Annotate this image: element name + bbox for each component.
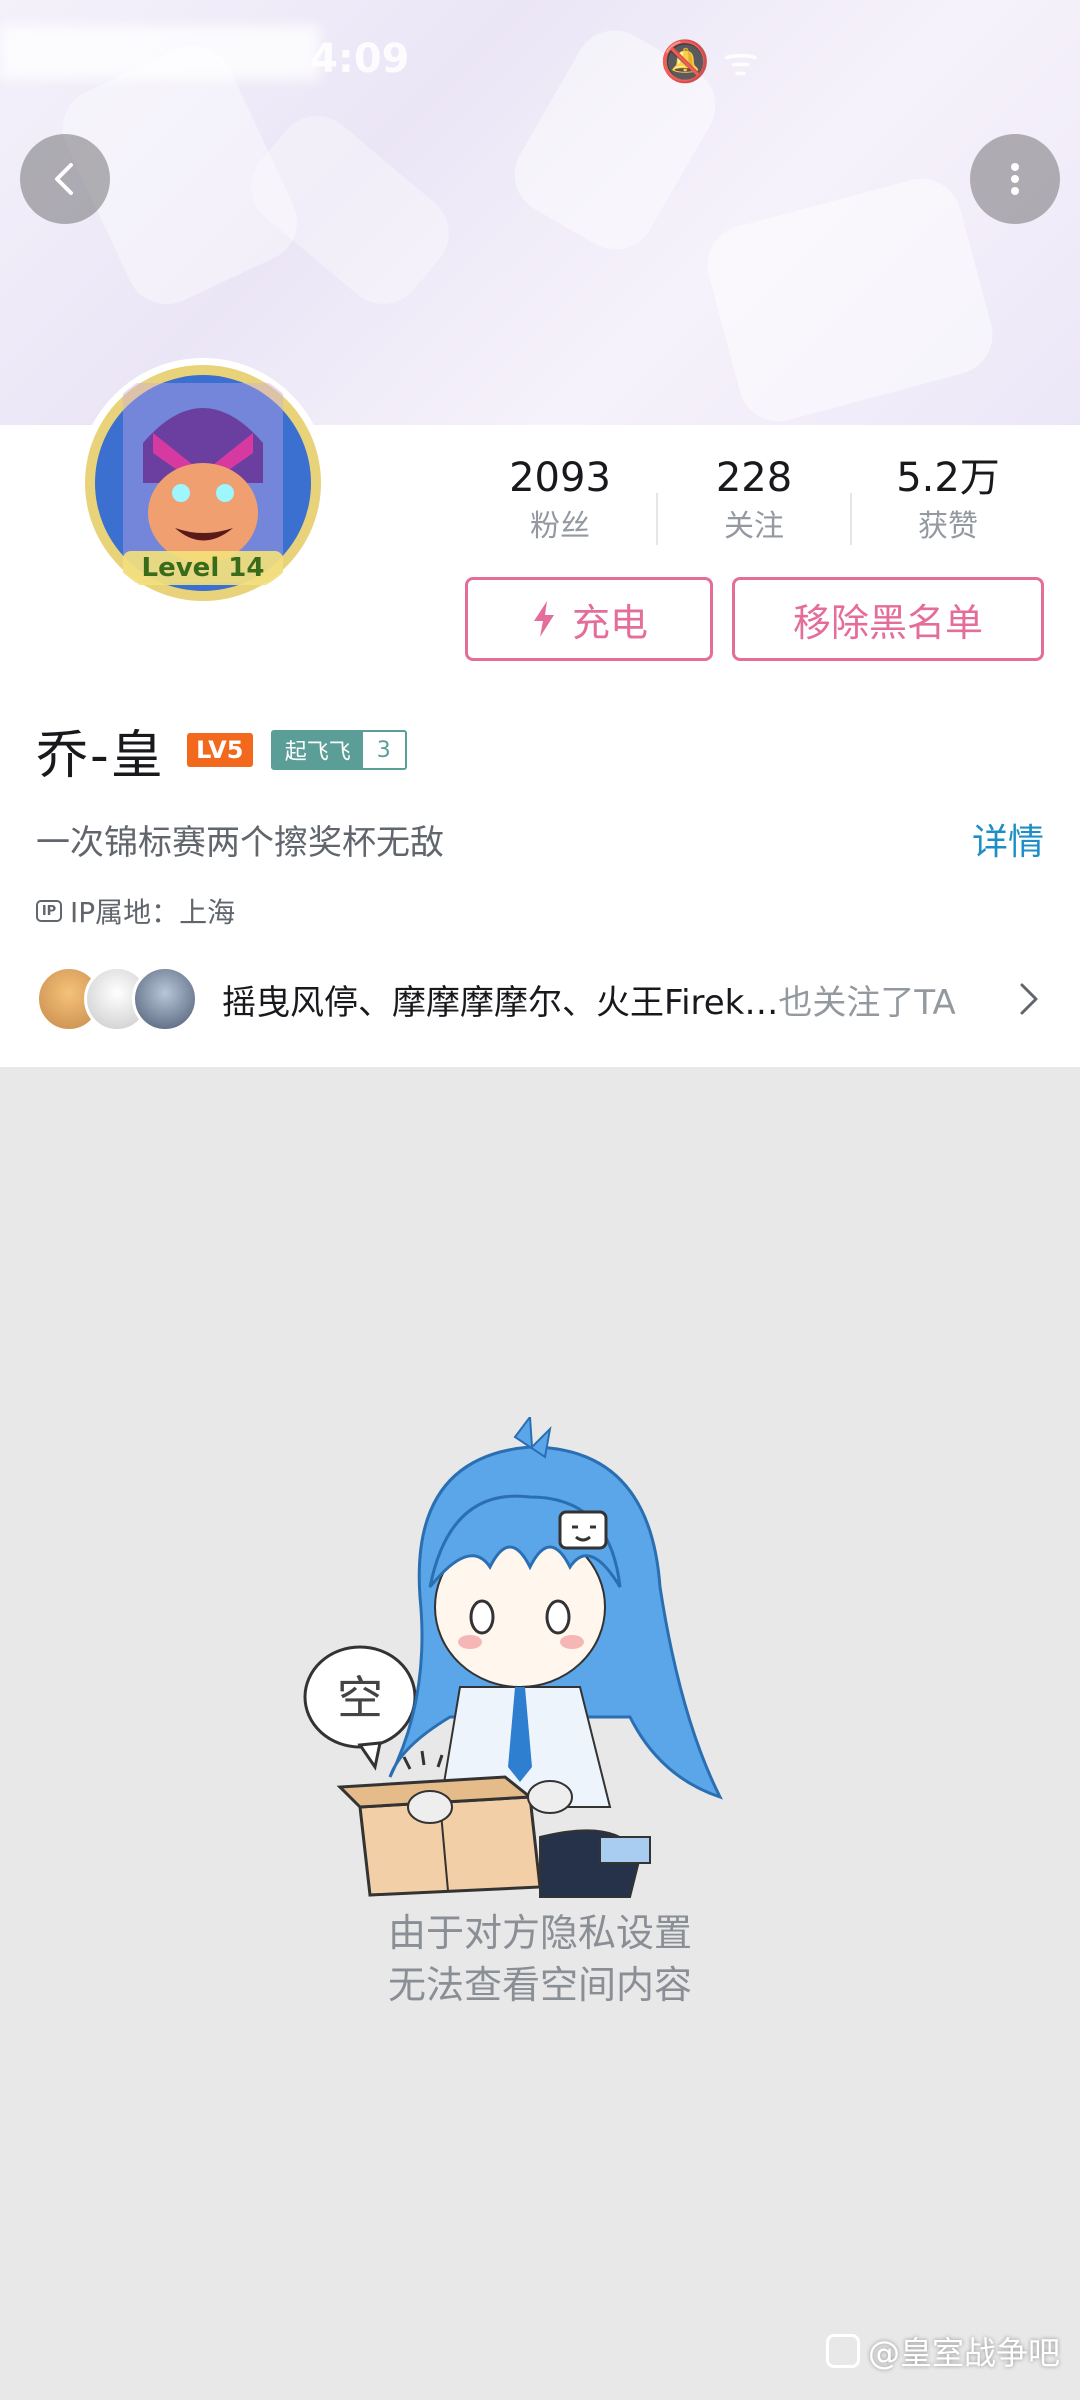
status-blur [0, 25, 320, 80]
stat-following[interactable]: 228 关注 [664, 453, 844, 547]
more-vertical-icon [1011, 163, 1019, 195]
stat-likes[interactable]: 5.2万 获赞 [858, 453, 1038, 547]
more-button[interactable] [970, 134, 1060, 224]
fan-medal-level: 3 [362, 732, 405, 768]
space-content-area: 空 由于对方隐私设置 无法查看空间内容 @皇室战争吧 [0, 1067, 1080, 2400]
watermark: @皇室战争吧 [825, 2328, 1060, 2374]
empty-message-line2: 无法查看空间内容 [387, 1963, 692, 2007]
charge-button[interactable]: 充电 [465, 577, 713, 661]
chevron-right-icon [1020, 983, 1038, 1015]
stat-label: 关注 [724, 509, 784, 544]
stat-value: 228 [715, 455, 793, 501]
status-bar: 4:09 🔕 ᯤ [0, 0, 1080, 120]
remove-blacklist-button[interactable]: 移除黑名单 [732, 577, 1044, 661]
username: 乔-皇 [36, 725, 165, 786]
signature: 一次锦标赛两个擦奖杯无敌 [36, 823, 444, 863]
lightning-icon [533, 601, 554, 637]
ip-label: IP属地：上海 [70, 896, 236, 929]
stat-value: 2093 [509, 455, 611, 501]
ip-icon: IP [36, 900, 62, 922]
charge-button-label: 充电 [571, 600, 648, 645]
status-time: 4:09 [310, 36, 410, 82]
stat-label: 粉丝 [530, 509, 590, 544]
divider [656, 493, 658, 545]
mutual-follow-names: 摇曳风停、摩摩摩摩尔、火王Firek… [222, 982, 779, 1023]
stat-label: 获赞 [918, 509, 978, 544]
empty-message-line1: 由于对方隐私设置 [387, 1911, 692, 1955]
chevron-left-icon [55, 163, 73, 195]
avatar-level-text: Level 14 [142, 553, 265, 583]
mutual-follow-row[interactable]: 摇曳风停、摩摩摩摩尔、火王Firek… 也关注了TA [36, 965, 1044, 1033]
bubble-text: 空 [337, 1671, 383, 1725]
avatar [132, 966, 198, 1032]
stat-followers[interactable]: 2093 粉丝 [470, 453, 650, 547]
tieba-icon [825, 2334, 860, 2368]
status-icons: 🔕 ᯤ [660, 39, 760, 85]
name-row: 乔-皇 LV5 起飞飞 3 [36, 715, 407, 786]
stat-value: 5.2万 [896, 455, 1000, 501]
banner-decoration [234, 99, 466, 321]
ip-location: IP IP属地：上海 [36, 891, 235, 931]
profile-card: Level 14 2093 粉丝 228 关注 5.2万 获赞 充电 移除黑名单… [0, 363, 1080, 1067]
divider [850, 493, 852, 545]
level-badge: LV5 [186, 733, 253, 767]
remove-blacklist-label: 移除黑名单 [792, 600, 983, 645]
profile-banner: 4:09 🔕 ᯤ [0, 0, 1080, 425]
empty-mascot-illustration: 空 [303, 1417, 723, 1898]
mutual-follow-suffix: 也关注了TA [778, 982, 956, 1023]
watermark-text: @皇室战争吧 [867, 2334, 1060, 2372]
detail-link[interactable]: 详情 [972, 813, 1044, 865]
fan-medal-name: 起飞飞 [272, 732, 363, 768]
stats-row: 2093 粉丝 228 关注 5.2万 获赞 [0, 453, 1080, 545]
banner-decoration [698, 169, 1002, 425]
back-button[interactable] [20, 134, 110, 224]
fan-medal[interactable]: 起飞飞 3 [270, 730, 407, 770]
